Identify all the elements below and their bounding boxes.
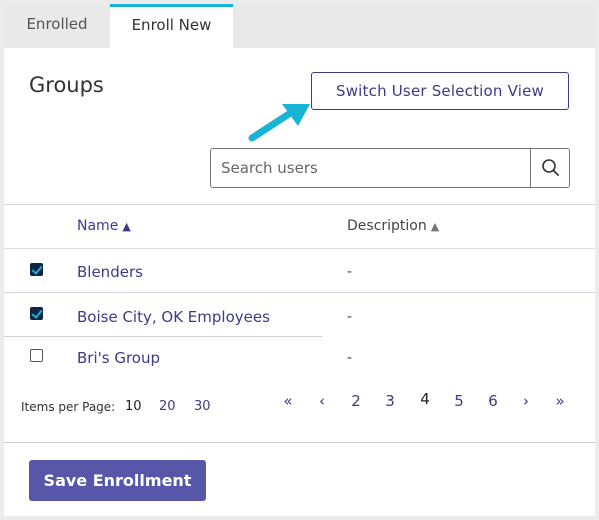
table-row: Blenders - bbox=[4, 249, 595, 293]
table-row: Boise City, OK Employees - bbox=[4, 293, 595, 337]
column-header-name[interactable]: Name ▲ bbox=[77, 218, 131, 234]
column-header-description[interactable]: Description ▲ bbox=[347, 218, 439, 234]
column-header-name-label: Name bbox=[77, 218, 119, 234]
pointer-arrow-icon bbox=[248, 104, 310, 142]
tab-enroll-new[interactable]: Enroll New bbox=[110, 4, 233, 48]
divider bbox=[4, 204, 595, 205]
last-page-button[interactable]: » bbox=[550, 392, 570, 410]
page-2-button[interactable]: 2 bbox=[346, 392, 366, 410]
tab-enrolled[interactable]: Enrolled bbox=[4, 4, 110, 48]
sort-ascending-icon: ▲ bbox=[122, 220, 131, 233]
save-enrollment-button[interactable]: Save Enrollment bbox=[29, 460, 206, 501]
page-6-button[interactable]: 6 bbox=[483, 392, 503, 410]
row-checkbox[interactable] bbox=[30, 307, 43, 320]
row-checkbox[interactable] bbox=[30, 263, 43, 276]
items-per-page-20[interactable]: 20 bbox=[159, 399, 176, 414]
group-description: - bbox=[347, 264, 353, 280]
table-row: Bri's Group - bbox=[4, 337, 595, 381]
column-header-description-label: Description bbox=[347, 218, 427, 234]
page-5-button[interactable]: 5 bbox=[449, 392, 469, 410]
search-input[interactable] bbox=[211, 149, 531, 187]
page-title: Groups bbox=[29, 73, 104, 97]
items-per-page-label: Items per Page: bbox=[21, 400, 116, 414]
row-checkbox[interactable] bbox=[30, 349, 43, 362]
divider bbox=[4, 442, 595, 443]
previous-page-button[interactable]: ‹ bbox=[312, 392, 332, 410]
first-page-button[interactable]: « bbox=[278, 392, 298, 410]
current-page: 4 bbox=[420, 390, 430, 408]
group-description: - bbox=[347, 350, 353, 366]
group-name-link[interactable]: Blenders bbox=[77, 263, 143, 281]
search-button[interactable] bbox=[530, 149, 569, 187]
next-page-button[interactable]: › bbox=[516, 392, 536, 410]
search-icon bbox=[542, 159, 559, 176]
group-name-link[interactable]: Bri's Group bbox=[77, 349, 160, 367]
tab-bar: Enrolled Enroll New bbox=[4, 4, 595, 48]
enroll-new-panel: Groups Switch User Selection View Name▲ … bbox=[4, 48, 595, 516]
switch-user-selection-view-button[interactable]: Switch User Selection View bbox=[311, 72, 569, 110]
sort-ascending-icon: ▲ bbox=[430, 220, 440, 233]
page-3-button[interactable]: 3 bbox=[380, 392, 400, 410]
group-description: - bbox=[347, 309, 353, 325]
items-per-page-30[interactable]: 30 bbox=[194, 399, 211, 414]
enrollment-window: Enrolled Enroll New Groups Switch User S… bbox=[4, 4, 595, 516]
group-name-link[interactable]: Boise City, OK Employees bbox=[77, 308, 270, 326]
search-box bbox=[210, 148, 570, 188]
items-per-page-10[interactable]: 10 bbox=[125, 399, 142, 414]
